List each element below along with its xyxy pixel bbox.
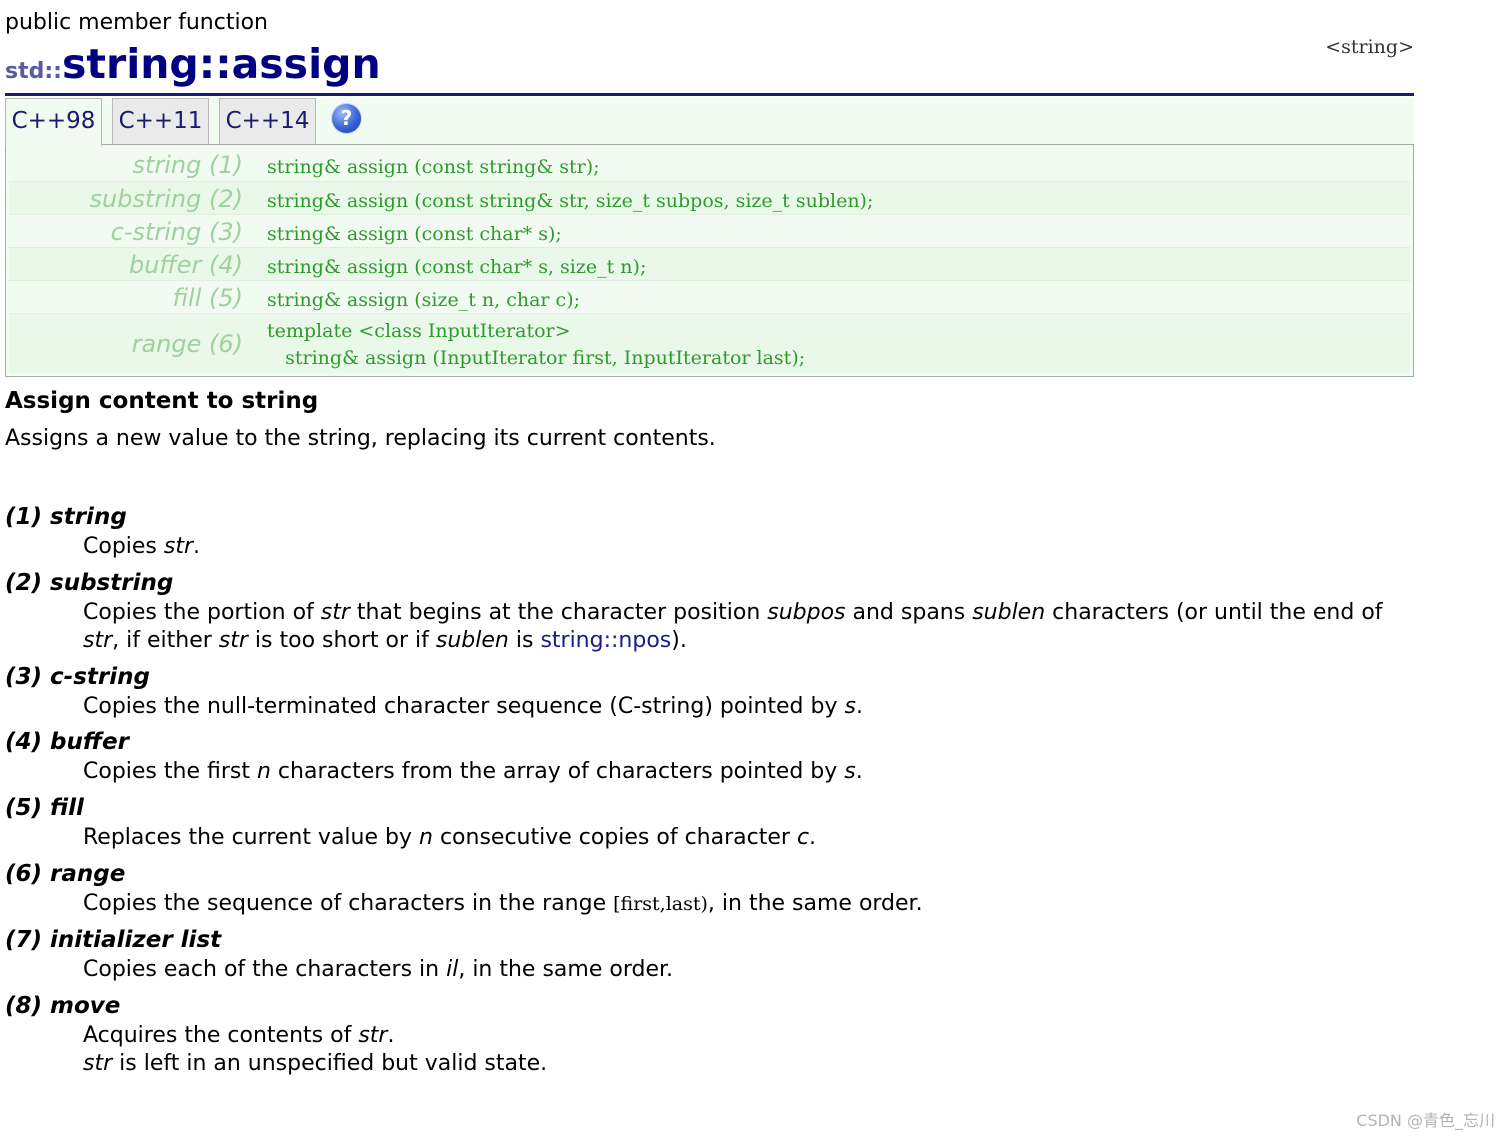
definition-term: (3) c-string <box>5 664 150 690</box>
tab-cpp98[interactable]: C++98 <box>5 98 102 146</box>
tab-cpp11[interactable]: C++11 <box>112 98 209 144</box>
npos-link[interactable]: string::npos <box>540 628 671 653</box>
definition-term: (8) move <box>5 993 121 1019</box>
definition-term: (5) fill <box>5 795 84 821</box>
prototype-label: string (1) <box>132 151 243 179</box>
definition-text: Acquires the contents of str. str is left… <box>83 1023 548 1076</box>
definition-text: Replaces the current value by n consecut… <box>83 825 817 850</box>
definition-term: (2) substring <box>5 570 174 596</box>
prototype-label: buffer (4) <box>128 251 243 279</box>
prototype-label: fill (5) <box>172 284 243 312</box>
prototype-label: substring (2) <box>89 185 243 213</box>
prototype-label: range (6) <box>131 330 243 358</box>
definition-text: Copies the null-terminated character seq… <box>83 694 863 719</box>
definition-text: Copies the sequence of characters in the… <box>83 891 923 916</box>
prototype-row: string (1) string& assign (const string&… <box>9 148 1410 181</box>
prototype-code: string& assign (const string& str); <box>267 156 600 178</box>
range-notation: [first,last) <box>613 893 708 915</box>
prototype-row: c-string (3) string& assign (const char*… <box>9 214 1410 248</box>
prototype-code: string& assign (size_t n, char c); <box>267 289 581 311</box>
definition-term: (1) string <box>5 504 127 530</box>
prototype-table: string (1) string& assign (const string&… <box>5 144 1414 377</box>
question-mark-icon[interactable]: ? <box>332 104 361 133</box>
prototype-row: range (6) template <class InputIterator>… <box>9 313 1410 373</box>
definition-text: Copies the first n characters from the a… <box>83 759 863 784</box>
description-heading: Assign content to string <box>5 388 319 414</box>
prototype-code: string& assign (const char* s); <box>267 223 562 245</box>
prototype-code-line: template <class InputIterator> <box>267 320 571 342</box>
prototype-row: substring (2) string& assign (const stri… <box>9 181 1410 215</box>
prototype-code-line: string& assign (InputIterator first, Inp… <box>267 347 806 369</box>
prototype-row: fill (5) string& assign (size_t n, char … <box>9 280 1410 314</box>
tab-cpp14[interactable]: C++14 <box>219 98 316 144</box>
function-name: assign <box>231 40 381 88</box>
library-header-link[interactable]: <string> <box>1325 36 1414 58</box>
scope-separator: :: <box>198 40 232 88</box>
definition-text: Copies str. <box>83 534 201 559</box>
member-kind-label: public member function <box>5 10 268 35</box>
prototype-row: buffer (4) string& assign (const char* s… <box>9 247 1410 281</box>
page-title: std::string::assign <box>5 38 381 99</box>
standard-version-tabs: C++98 C++11 C++14 ? <box>5 98 1414 146</box>
prototype-code: string& assign (const string& str, size_… <box>267 190 874 212</box>
title-divider <box>5 93 1414 96</box>
definition-term: (6) range <box>5 861 126 887</box>
definition-text: Copies each of the characters in il, in … <box>83 957 673 982</box>
prototype-code: string& assign (const char* s, size_t n)… <box>267 256 647 278</box>
namespace-prefix: std:: <box>5 59 62 84</box>
class-name: string <box>61 40 199 88</box>
prototype-label: c-string (3) <box>110 218 243 246</box>
definition-term: (4) buffer <box>5 729 129 755</box>
definition-term: (7) initializer list <box>5 927 222 953</box>
watermark: CSDN @青色_忘川 <box>1356 1111 1495 1130</box>
definition-text: Copies the portion of str that begins at… <box>83 600 1383 653</box>
description-text: Assigns a new value to the string, repla… <box>5 426 716 451</box>
